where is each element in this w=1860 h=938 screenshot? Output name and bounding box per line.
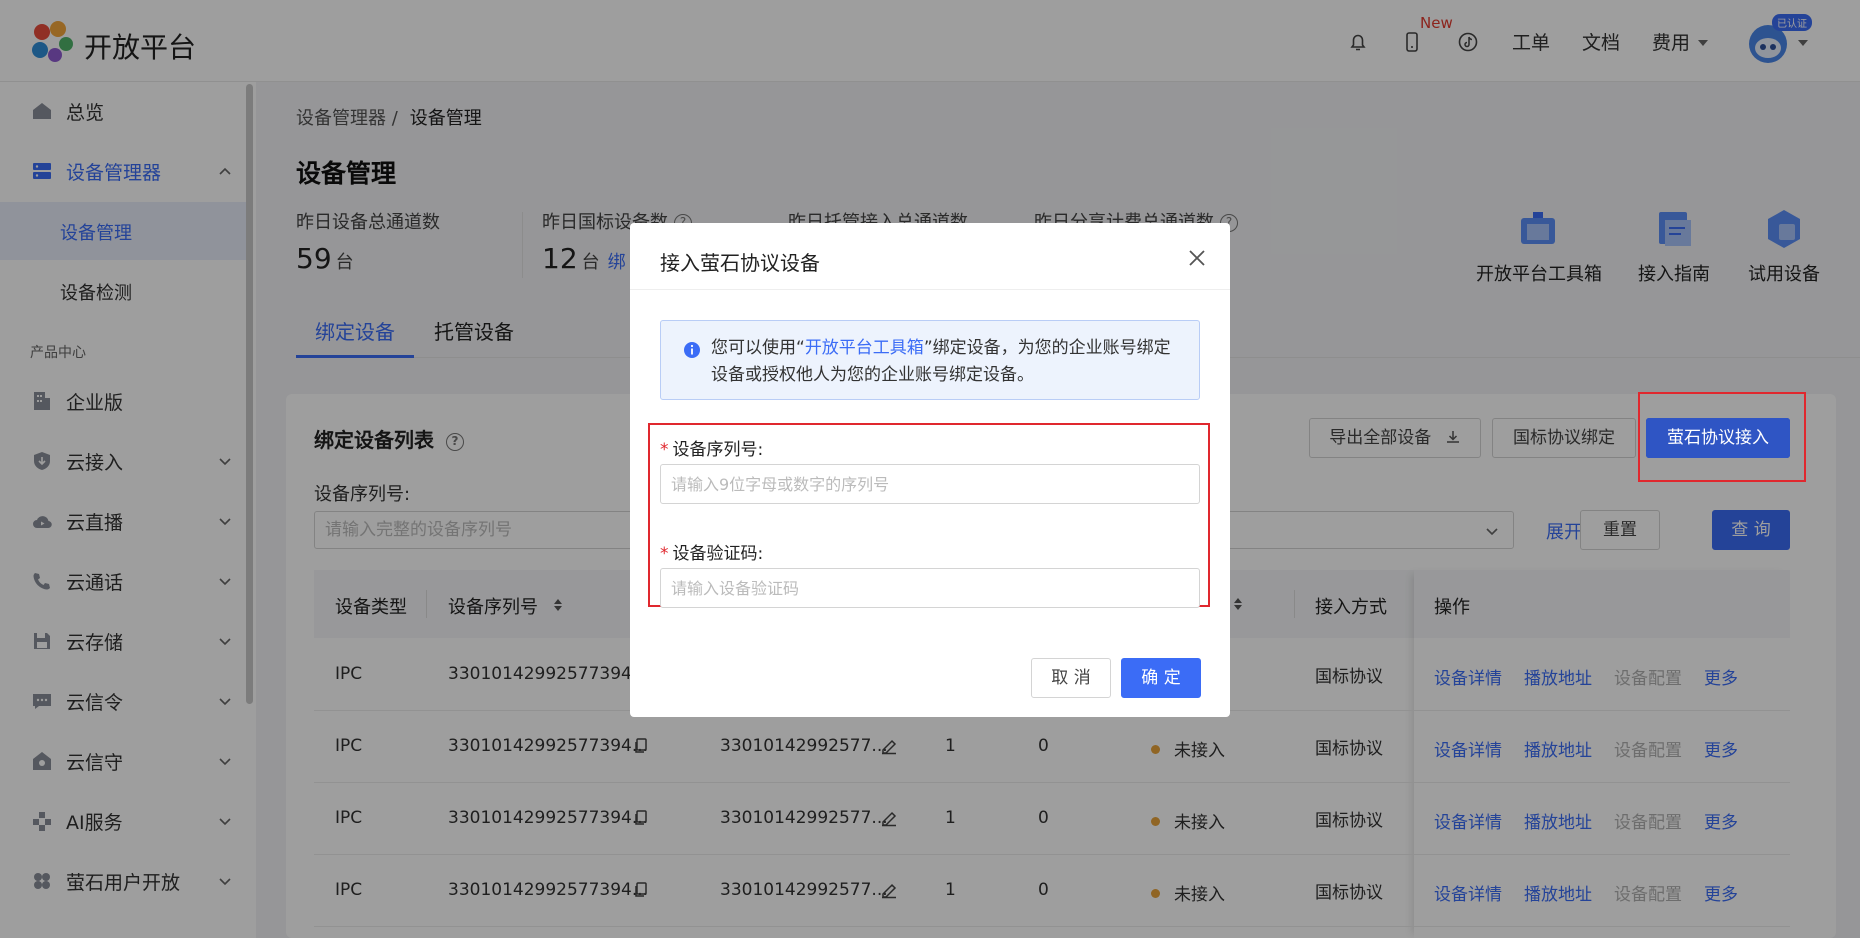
info-alert: 您可以使用“开放平台工具箱”绑定设备，为您的企业账号绑定设备或授权他人为您的企业…	[660, 320, 1200, 400]
serial-label-text: 设备序列号:	[672, 440, 764, 460]
info-icon	[684, 342, 700, 358]
highlight-box	[1638, 392, 1806, 482]
serial-field-label: * 设备序列号:	[660, 435, 763, 460]
info-text: 您可以使用“开放平台工具箱”绑定设备，为您的企业账号绑定设备或授权他人为您的企业…	[711, 335, 1186, 389]
close-icon[interactable]	[1186, 247, 1208, 269]
ezviz-access-modal: 接入萤石协议设备 您可以使用“开放平台工具箱”绑定设备，为您的企业账号绑定设备或…	[630, 223, 1230, 717]
confirm-button[interactable]: 确 定	[1121, 658, 1201, 698]
serial-number-input[interactable]	[660, 464, 1200, 504]
code-field-label: * 设备验证码:	[660, 539, 763, 564]
code-label-text: 设备验证码:	[672, 544, 764, 564]
cancel-button[interactable]: 取 消	[1031, 658, 1111, 698]
required-mark: *	[660, 440, 669, 460]
required-mark: *	[660, 544, 669, 564]
modal-title: 接入萤石协议设备	[660, 251, 820, 275]
info-prefix: 您可以使用“	[711, 338, 805, 358]
toolbox-link[interactable]: 开放平台工具箱	[805, 338, 924, 358]
modal-header-divider	[630, 289, 1230, 290]
verify-code-input[interactable]	[660, 568, 1200, 608]
